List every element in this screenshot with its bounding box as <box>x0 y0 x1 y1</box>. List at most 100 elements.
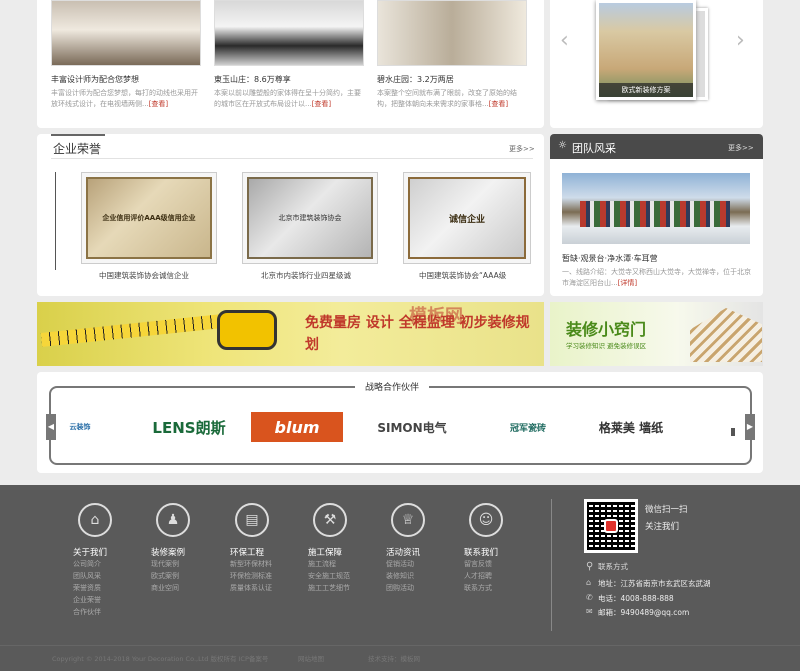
footer-link[interactable]: 联系方式 <box>464 582 524 594</box>
case-image-1[interactable] <box>51 0 201 66</box>
partners-next-button[interactable]: ▶ <box>745 414 755 440</box>
footer-link[interactable]: 质量体系认证 <box>230 582 290 594</box>
sitemap-link[interactable]: 网站地图 <box>298 653 324 663</box>
case-desc-1: 丰富设计师为配合您梦想，每打的动线也采用开放环线式设计，在电视墙两侧...[查看… <box>51 88 203 122</box>
cert-2[interactable]: 北京市建筑装饰协会 <box>242 172 378 264</box>
contact-address: 地址：江苏省南京市玄武区玄武湖 <box>598 579 711 588</box>
team-title: 团队风采 <box>572 142 616 155</box>
mail-icon: ✉ <box>586 607 593 616</box>
footer-col-cases: ♟ 装修案例 现代案例 欧式案例 商业空间 <box>151 503 211 594</box>
footer: ⌂ 关于我们 公司简介 团队风采 荣誉资质 企业荣誉 合作伙伴 ♟ 装修案例 现… <box>0 485 800 671</box>
footer-link[interactable]: 商业空间 <box>151 582 211 594</box>
slider-image[interactable]: 欧式新装修方案 <box>596 0 696 100</box>
partners-card: 战略合作伙伴 ◀ ▶ 云装饰 LENS朗斯 blum SIMON电气 冠军瓷砖 … <box>37 372 763 473</box>
footer-divider <box>551 499 552 631</box>
partner-logo-glamour[interactable]: 格莱美 墙纸 <box>583 412 679 442</box>
footer-link[interactable]: 公司简介 <box>73 558 133 570</box>
cert-3[interactable]: 诚信企业 <box>403 172 531 264</box>
sun-icon: ☼ <box>558 140 567 151</box>
footer-link[interactable]: 欧式案例 <box>151 570 211 582</box>
banner-tips[interactable]: 装修小窍门 学习装修知识 避免装修误区 <box>550 302 763 366</box>
banner-free-measure[interactable]: 免费量房 设计 全程监理 初步装修规划 模板网 <box>37 302 544 366</box>
case-title-1[interactable]: 丰富设计师为配合您梦想 <box>51 74 139 85</box>
slider-prev-arrow[interactable]: ‹ <box>560 28 569 53</box>
slider-next-arrow[interactable]: › <box>736 28 745 53</box>
team-news-more-link[interactable]: [详情] <box>618 279 637 287</box>
team-news-desc-text: 一、线路介绍：大觉寺又称西山大觉寺，大觉禅寺，位于北京市海淀区阳台山... <box>562 268 751 287</box>
slider-card: ‹ 欧式新装修方案 › <box>550 0 763 128</box>
team-news-desc: 一、线路介绍：大觉寺又称西山大觉寺，大觉禅寺，位于北京市海淀区阳台山...[详情… <box>562 267 752 291</box>
footer-head-contact[interactable]: 联系我们 <box>464 546 524 558</box>
team-photo[interactable] <box>562 173 750 244</box>
hammer-icon: ⚒ <box>313 503 347 537</box>
footer-col-construction: ⚒ 施工保障 施工流程 安全施工规范 施工工艺细节 <box>308 503 368 594</box>
banner-tips-sub: 学习装修知识 避免装修误区 <box>566 342 647 350</box>
footer-link[interactable]: 团队风采 <box>73 570 133 582</box>
footer-link[interactable]: 合作伙伴 <box>73 606 133 618</box>
honors-divider <box>51 158 533 159</box>
footer-head-cases[interactable]: 装修案例 <box>151 546 211 558</box>
footer-link[interactable]: 留言反馈 <box>464 558 524 570</box>
case-more-link[interactable]: [查看] <box>489 100 508 108</box>
footer-head-eco[interactable]: 环保工程 <box>230 546 290 558</box>
footer-link[interactable]: 施工流程 <box>308 558 368 570</box>
team-card: ☼ 团队风采 更多>> 暂缺·观景台·净水潭·车耳营 一、线路介绍：大觉寺又称西… <box>550 134 763 296</box>
partner-logo-simon[interactable]: SIMON电气 <box>369 412 455 442</box>
user-icon: ☺ <box>469 503 503 537</box>
case-title-3[interactable]: 碧水庄园：3.2万两居 <box>377 74 454 85</box>
partner-logo-lens[interactable]: LENS朗斯 <box>141 412 237 442</box>
team-photo-people <box>580 201 730 227</box>
house-icon: ⌂ <box>78 503 112 537</box>
case-image-3[interactable] <box>377 0 527 66</box>
cert-2-caption[interactable]: 北京市内装饰行业四星级诚 <box>261 270 351 281</box>
cases-card: 丰富设计师为配合您梦想 丰富设计师为配合您梦想，每打的动线也采用开放环线式设计，… <box>37 0 544 128</box>
case-more-link[interactable]: [查看] <box>149 100 168 108</box>
case-more-link[interactable]: [查看] <box>312 100 331 108</box>
footer-link[interactable]: 新型环保材料 <box>230 558 290 570</box>
team-news-title[interactable]: 暂缺·观景台·净水潭·车耳营 <box>562 253 658 264</box>
contact-email: 邮箱：9490489@qq.com <box>598 608 690 617</box>
cert-1-caption[interactable]: 中国建筑装饰协会诚信企业 <box>99 270 189 281</box>
footer-link[interactable]: 装修知识 <box>386 570 446 582</box>
footer-head-about[interactable]: 关于我们 <box>73 546 133 558</box>
honors-title: 企业荣誉 <box>53 142 102 156</box>
partner-logo-champion[interactable]: 冠军瓷砖 <box>493 412 563 442</box>
case-title-2[interactable]: 東玉山庄：8.6万尊享 <box>214 74 291 85</box>
slider-caption-bar: 欧式新装修方案 <box>599 83 693 97</box>
honors-left-border <box>55 172 56 270</box>
cert-3-caption[interactable]: 中国建筑装饰协会“AAA级 <box>419 270 506 281</box>
footer-link[interactable]: 促销活动 <box>386 558 446 570</box>
partner-logo-blum[interactable]: blum <box>251 412 343 442</box>
footer-head-news[interactable]: 活动资讯 <box>386 546 446 558</box>
banner-tips-title: 装修小窍门 <box>566 320 647 339</box>
footer-col-eco: ▤ 环保工程 新型环保材料 环保检测标准 质量体系认证 <box>230 503 290 594</box>
footer-head-construction[interactable]: 施工保障 <box>308 546 368 558</box>
partners-prev-button[interactable]: ◀ <box>46 414 56 440</box>
case-image-2[interactable] <box>214 0 364 66</box>
footer-link[interactable]: 施工工艺细节 <box>308 582 368 594</box>
partner-logo-1[interactable]: 云装饰 <box>65 412 95 442</box>
partner-logo-partial <box>731 428 735 436</box>
tech-support-text: 技术支持：模板网 <box>368 655 420 663</box>
footer-link[interactable]: 荣誉资质 <box>73 582 133 594</box>
qr-code[interactable] <box>584 499 638 553</box>
case-desc-3: 本案整个空间就布满了眼前，改变了原始的结构，把整体朝向未来需求的家事格...[查… <box>377 88 529 122</box>
footer-link[interactable]: 环保检测标准 <box>230 570 290 582</box>
phone-icon: ✆ <box>586 593 593 602</box>
qr-text-scan: 微信扫一扫 <box>645 505 688 515</box>
team-more-link[interactable]: 更多>> <box>728 143 754 153</box>
paint-roller-icon: ▤ <box>235 503 269 537</box>
footer-link[interactable]: 团购活动 <box>386 582 446 594</box>
qr-text-follow: 关注我们 <box>645 522 680 532</box>
cert-3-plaque: 诚信企业 <box>408 177 526 259</box>
cert-1-plaque: 企业信用评价AAA级信用企业 <box>86 177 212 259</box>
footer-link[interactable]: 安全施工规范 <box>308 570 368 582</box>
honors-more-link[interactable]: 更多>> <box>509 144 535 154</box>
case-desc-text: 本案以前以雕塑般的家体得在呈十分简约，主要的城市区在开放式布局设计以... <box>214 89 361 108</box>
copyright-text: Copyright © 2014-2018 Your Decoration Co… <box>52 655 269 663</box>
cert-1[interactable]: 企业信用评价AAA级信用企业 <box>81 172 217 264</box>
footer-link[interactable]: 现代案例 <box>151 558 211 570</box>
footer-link[interactable]: 人才招聘 <box>464 570 524 582</box>
contact-phone: 电话：4008-888-888 <box>598 594 674 603</box>
footer-link[interactable]: 企业荣誉 <box>73 594 133 606</box>
